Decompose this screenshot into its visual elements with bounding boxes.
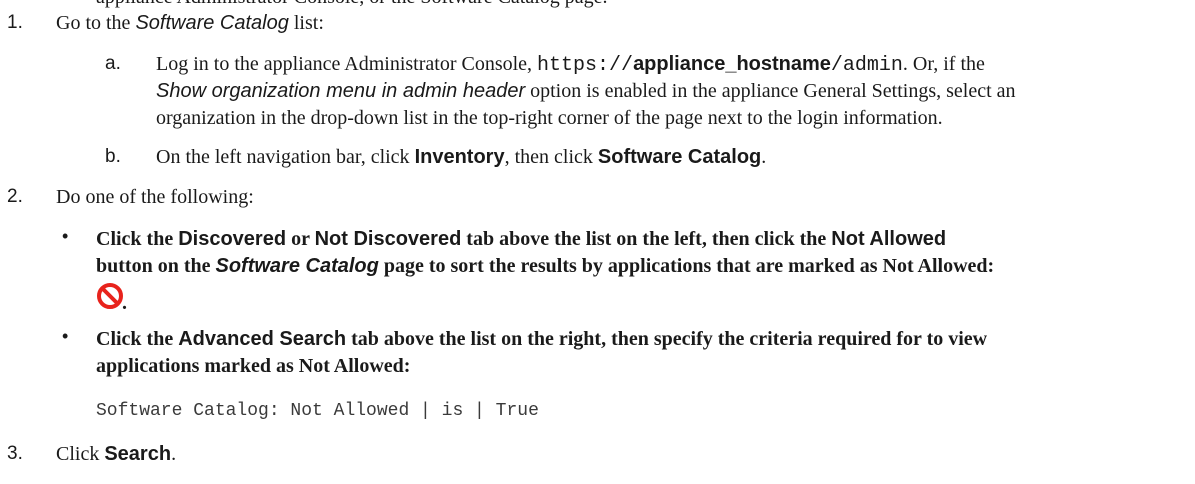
step-2-text: Do one of the following:: [56, 186, 254, 208]
software-catalog-page-emphasis: Software Catalog: [215, 255, 379, 277]
search-label: Search: [104, 443, 172, 465]
step-1a-line-2: Show organization menu in admin header o…: [156, 80, 1016, 102]
step-3-number: 3.: [7, 443, 23, 464]
step-1-text: Go to the Software Catalog list:: [56, 12, 324, 34]
software-catalog-emphasis: Software Catalog: [135, 12, 289, 34]
bullet-1-line-2: button on the Software Catalog page to s…: [96, 255, 995, 277]
bullet-2-line-1: Click the Advanced Search tab above the …: [96, 328, 988, 350]
discovered-tab-label: Discovered: [178, 228, 287, 250]
step-3-text: Click Search.: [56, 443, 177, 465]
step-1a-line-1: Log in to the appliance Administrator Co…: [156, 53, 985, 77]
search-criteria-code: Software Catalog: Not Allowed | is | Tru…: [96, 401, 539, 421]
cut-off-line: appliance Administrator Console, or the …: [96, 0, 608, 10]
url-code-prefix: https://: [537, 54, 634, 77]
step-1b-text: On the left navigation bar, click Invent…: [156, 146, 767, 168]
bullet-1-line-1: Click the Discovered or Not Discovered t…: [96, 228, 947, 250]
step-1a-letter: a.: [105, 53, 121, 74]
appliance-hostname: appliance_hostname: [633, 53, 831, 75]
software-catalog-label: Software Catalog: [597, 146, 762, 168]
step-2-number: 2.: [7, 186, 23, 207]
not-allowed-button-label: Not Allowed: [831, 228, 947, 250]
bullet-2-line-2: applications marked as Not Allowed:: [96, 355, 411, 377]
document-page: { "top_cut": { "text": "appliance Admini…: [0, 0, 1195, 484]
step-1b-letter: b.: [105, 146, 121, 167]
advanced-search-tab-label: Advanced Search: [178, 328, 347, 350]
show-org-menu-option: Show organization menu in admin header: [156, 80, 526, 102]
step-1-number: 1.: [7, 12, 23, 33]
url-code-suffix: /admin: [830, 54, 903, 77]
bullet-1: •: [62, 226, 69, 246]
bullet-1-line-3: .: [122, 292, 127, 314]
bullet-2: •: [62, 326, 69, 346]
not-discovered-tab-label: Not Discovered: [314, 228, 462, 250]
cut-off-text: appliance Administrator Console, or the …: [96, 0, 608, 8]
inventory-label: Inventory: [414, 146, 505, 168]
step-1a-line-3: organization in the drop-down list in th…: [156, 107, 943, 129]
